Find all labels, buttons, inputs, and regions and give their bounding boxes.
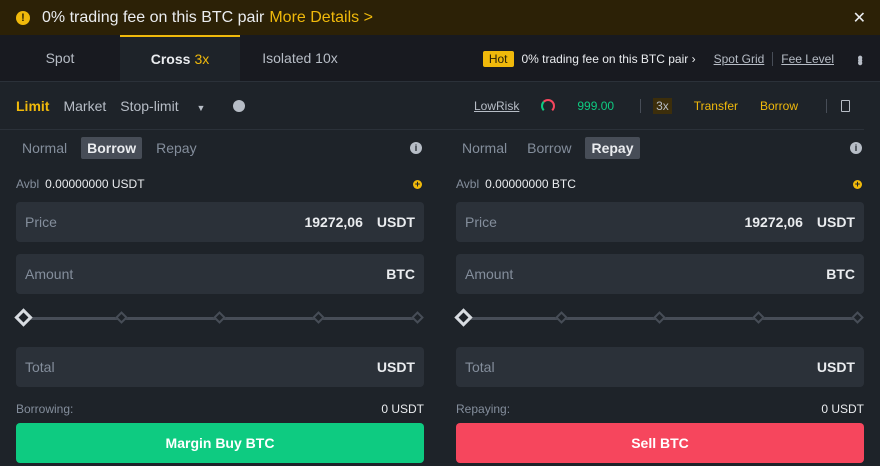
divider	[640, 99, 642, 113]
amount-slider[interactable]	[14, 306, 424, 330]
price-input[interactable]: Price 19272,06 USDT	[456, 202, 864, 242]
info-icon[interactable]: i	[850, 142, 862, 154]
gauge-icon	[541, 99, 556, 113]
mode-repay[interactable]: Repay	[150, 137, 202, 159]
sell-button[interactable]: Sell BTC	[456, 423, 864, 463]
amount-unit: BTC	[386, 266, 415, 282]
warning-icon: !	[16, 10, 30, 25]
tab-label: Cross	[150, 51, 191, 67]
banner-text: 0% trading fee on this BTC pair	[42, 8, 265, 26]
margin-level: 999.00	[577, 99, 615, 113]
avbl-value: 0.00000000 USDT	[45, 177, 145, 191]
total-unit: USDT	[816, 359, 855, 375]
fee-level-link[interactable]: Fee Level	[781, 52, 834, 66]
price-label: Price	[465, 214, 497, 230]
tab-cross[interactable]: Cross 3x	[120, 35, 240, 81]
sell-panel: Normal Borrow Repay i Avbl 0.00000000 BTC…	[454, 130, 864, 463]
slider-handle[interactable]	[14, 308, 33, 327]
amount-input[interactable]: Amount BTC	[456, 254, 864, 294]
add-funds-icon[interactable]: +	[853, 179, 862, 189]
hot-badge: Hot	[482, 50, 514, 67]
tab-label: Spot	[45, 50, 75, 66]
close-icon[interactable]: ✕	[853, 8, 866, 28]
total-unit: USDT	[376, 359, 415, 375]
risk-link[interactable]: LowRisk	[474, 99, 519, 113]
borrowing-value: 0 USDT	[381, 402, 424, 416]
total-input[interactable]: Total USDT	[16, 347, 424, 387]
margin-tabs: Spot Cross 3x Isolated 10x Hot 0% trading…	[0, 35, 880, 82]
margin-buy-button[interactable]: Margin Buy BTC	[16, 423, 424, 463]
more-details-link[interactable]: More Details >	[269, 9, 373, 27]
info-icon[interactable]: i	[233, 99, 246, 112]
promo-banner: ! 0% trading fee on this BTC pair More D…	[0, 0, 880, 35]
mode-normal[interactable]: Normal	[16, 137, 73, 159]
tab-isolated[interactable]: Isolated 10x	[240, 35, 360, 81]
price-input[interactable]: Price 19272,06 USDT	[16, 202, 424, 242]
caret-down-icon: ▼	[196, 102, 206, 113]
slider-handle[interactable]	[454, 308, 473, 327]
avbl-label: Avbl	[456, 177, 480, 191]
order-type-limit[interactable]: Limit	[16, 98, 49, 114]
repaying-value: 0 USDT	[821, 402, 864, 416]
add-funds-icon[interactable]: +	[413, 179, 422, 189]
order-type-market[interactable]: Market	[63, 98, 106, 114]
tab-spot[interactable]: Spot	[0, 35, 120, 81]
spot-grid-link[interactable]: Spot Grid	[714, 52, 765, 66]
leverage-badge: 3x	[653, 98, 672, 114]
avbl-value: 0.00000000 BTC	[485, 177, 576, 191]
calculator-icon[interactable]	[841, 100, 850, 112]
divider	[826, 99, 827, 113]
mode-repay[interactable]: Repay	[585, 137, 640, 159]
mode-normal[interactable]: Normal	[456, 137, 513, 159]
borrowing-label: Borrowing:	[16, 402, 74, 416]
amount-label: Amount	[465, 266, 514, 282]
price-unit: USDT	[816, 214, 855, 230]
leverage-label: 3x	[194, 51, 210, 67]
promo-link[interactable]: 0% trading fee on this BTC pair ›	[522, 52, 696, 66]
buy-panel: Normal Borrow Repay i Avbl 0.00000000 USD…	[14, 130, 424, 463]
info-icon[interactable]: i	[410, 142, 422, 154]
amount-input[interactable]: Amount BTC	[16, 254, 424, 294]
order-type-stop-limit[interactable]: Stop-limit ▼	[120, 98, 219, 114]
price-value: 19272,06	[304, 214, 363, 230]
amount-unit: BTC	[826, 266, 855, 282]
mode-borrow[interactable]: Borrow	[521, 137, 577, 159]
total-label: Total	[25, 359, 55, 375]
price-unit: USDT	[376, 214, 415, 230]
amount-slider[interactable]	[454, 306, 864, 330]
amount-label: Amount	[25, 266, 74, 282]
total-label: Total	[465, 359, 495, 375]
total-input[interactable]: Total USDT	[456, 347, 864, 387]
borrow-button[interactable]: Borrow	[760, 99, 798, 113]
more-icon[interactable]: •••	[850, 55, 868, 63]
avbl-label: Avbl	[16, 177, 40, 191]
price-value: 19272,06	[744, 214, 803, 230]
repaying-label: Repaying:	[456, 402, 511, 416]
price-label: Price	[25, 214, 57, 230]
mode-borrow[interactable]: Borrow	[81, 137, 143, 159]
stop-limit-label: Stop-limit	[120, 97, 179, 114]
transfer-button[interactable]: Transfer	[694, 99, 738, 113]
divider	[772, 51, 774, 66]
order-type-bar: Limit Market Stop-limit ▼ i LowRisk 999.…	[0, 82, 864, 130]
tab-label: Isolated 10x	[262, 50, 338, 66]
